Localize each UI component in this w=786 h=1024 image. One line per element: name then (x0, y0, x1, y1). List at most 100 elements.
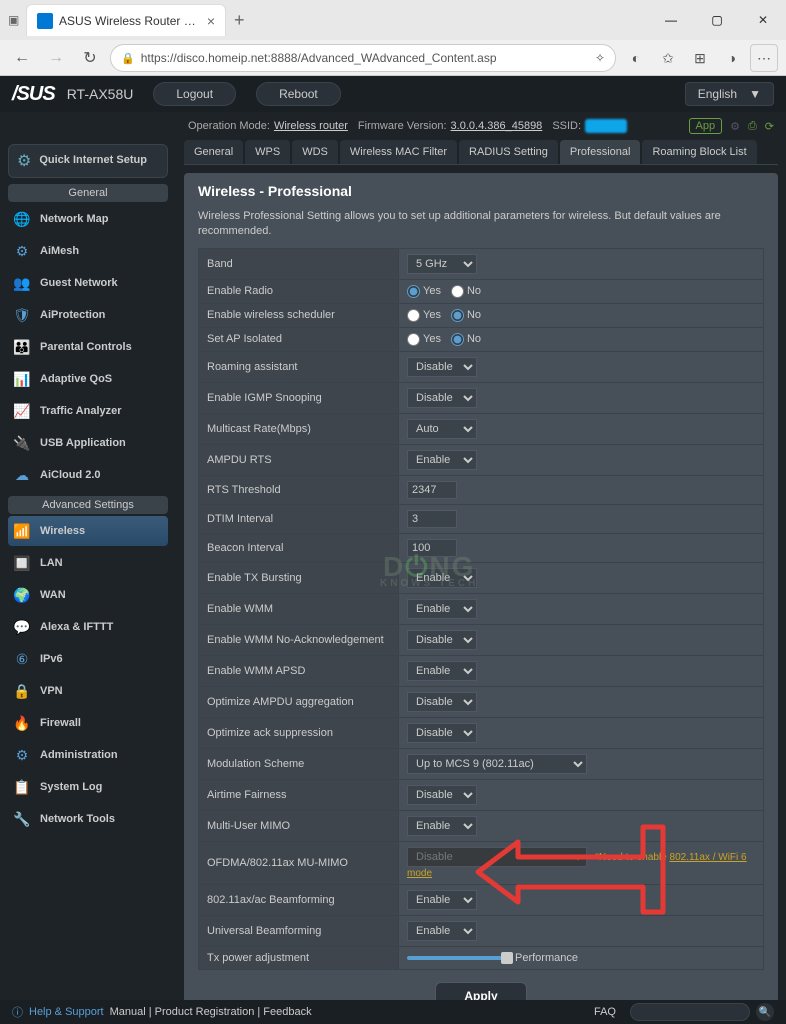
fire-icon: 🔥 (12, 713, 32, 733)
forward-button[interactable]: → (42, 44, 70, 72)
nav-firewall[interactable]: 🔥Firewall (8, 708, 168, 738)
logout-button[interactable]: Logout (153, 82, 236, 106)
help-support-link[interactable]: Help & Support (29, 1006, 104, 1018)
nav-network-map[interactable]: 🌐Network Map (8, 204, 168, 234)
favorites-icon[interactable]: ✩ (654, 44, 682, 72)
nav-parental-controls[interactable]: 👪Parental Controls (8, 332, 168, 362)
reader-icon[interactable]: ✧ (595, 51, 605, 65)
led-icon[interactable]: ⟳ (765, 120, 774, 133)
enable-radio-no[interactable] (451, 285, 464, 298)
shield-icon: 🛡 (12, 305, 32, 325)
tx-power-slider[interactable] (407, 956, 507, 960)
nav-system-log[interactable]: 📋System Log (8, 772, 168, 802)
nav-traffic-analyzer[interactable]: 📈Traffic Analyzer (8, 396, 168, 426)
tabs: General WPS WDS Wireless MAC Filter RADI… (184, 140, 778, 165)
search-icon[interactable]: 🔍 (756, 1003, 774, 1021)
sched-yes[interactable] (407, 309, 420, 322)
modulation-select[interactable]: Up to MCS 9 (802.11ac) (407, 754, 587, 774)
refresh-button[interactable]: ↻ (76, 44, 104, 72)
tab-wds[interactable]: WDS (292, 140, 338, 164)
info-bar: Operation Mode: Wireless router Firmware… (0, 112, 786, 140)
new-tab-button[interactable]: + (234, 10, 245, 31)
tab-wps[interactable]: WPS (245, 140, 290, 164)
wmm-apsd-select[interactable]: Enable (407, 661, 477, 681)
vpn-icon: 🔒 (12, 681, 32, 701)
language-select[interactable]: English▼ (685, 82, 774, 106)
favicon (37, 13, 53, 29)
wmm-select[interactable]: Enable (407, 599, 477, 619)
mumimo-select[interactable]: Enable (407, 816, 477, 836)
isolated-yes[interactable] (407, 333, 420, 346)
nav-aiprotection[interactable]: 🛡AiProtection (8, 300, 168, 330)
tab-mac-filter[interactable]: Wireless MAC Filter (340, 140, 457, 164)
nav-alexa-ifttt[interactable]: 💬Alexa & IFTTT (8, 612, 168, 642)
multicast-select[interactable]: Auto (407, 419, 477, 439)
nav-wireless[interactable]: 📶Wireless (8, 516, 168, 546)
family-icon: 👪 (12, 337, 32, 357)
nav-wan[interactable]: 🌍WAN (8, 580, 168, 610)
collections-icon[interactable]: ⊞ (686, 44, 714, 72)
tab-radius[interactable]: RADIUS Setting (459, 140, 558, 164)
ampdu-agg-select[interactable]: Disable (407, 692, 477, 712)
rts-input[interactable] (407, 481, 457, 499)
tab-general[interactable]: General (184, 140, 243, 164)
apply-button[interactable]: Apply (435, 982, 526, 1000)
sync-icon[interactable]: ◐ (622, 44, 650, 72)
app-badge[interactable]: App (689, 118, 723, 134)
admin-icon: ⚙ (12, 745, 32, 765)
close-icon[interactable]: × (207, 13, 215, 29)
enable-radio-yes[interactable] (407, 285, 420, 298)
firmware-link[interactable]: 3.0.0.4.386_45898 (451, 120, 543, 132)
advanced-section-header: Advanced Settings (8, 496, 168, 514)
nav-usb-application[interactable]: 🔌USB Application (8, 428, 168, 458)
tab-roaming-block[interactable]: Roaming Block List (642, 140, 756, 164)
isolated-no[interactable] (451, 333, 464, 346)
maximize-button[interactable]: ▢ (694, 4, 740, 36)
footer: ⓘ Help & Support Manual | Product Regist… (0, 1000, 786, 1024)
faq-search[interactable] (630, 1003, 750, 1021)
content: General WPS WDS Wireless MAC Filter RADI… (176, 140, 786, 1000)
beacon-input[interactable] (407, 539, 457, 557)
quick-internet-setup[interactable]: ⚙ Quick Internet Setup (8, 144, 168, 178)
browser-chrome: ▣ ASUS Wireless Router RT-AX58U × + ― ▢ … (0, 0, 786, 76)
band-select[interactable]: 5 GHz (407, 254, 477, 274)
igmp-select[interactable]: Disable (407, 388, 477, 408)
op-mode-link[interactable]: Wireless router (274, 120, 348, 132)
nav-adaptive-qos[interactable]: 📊Adaptive QoS (8, 364, 168, 394)
profile-icon[interactable]: ◑ (718, 44, 746, 72)
nav-guest-network[interactable]: 👥Guest Network (8, 268, 168, 298)
wmm-noack-select[interactable]: Disable (407, 630, 477, 650)
nav-vpn[interactable]: 🔒VPN (8, 676, 168, 706)
aimesh-icon[interactable]: ⚙ (730, 120, 740, 133)
nav-ipv6[interactable]: ⑥IPv6 (8, 644, 168, 674)
minimize-button[interactable]: ― (648, 4, 694, 36)
ampdu-rts-select[interactable]: Enable (407, 450, 477, 470)
window-close-button[interactable]: ✕ (740, 4, 786, 36)
beamform-ax-select[interactable]: Enable (407, 890, 477, 910)
address-bar[interactable]: 🔒 https://disco.homeip.net:8888/Advanced… (110, 44, 616, 72)
dtim-input[interactable] (407, 510, 457, 528)
guest-icon: 👥 (12, 273, 32, 293)
reboot-button[interactable]: Reboot (256, 82, 341, 106)
beamform-uni-select[interactable]: Enable (407, 921, 477, 941)
more-button[interactable]: ⋯ (750, 44, 778, 72)
tabs-icon[interactable]: ▣ (8, 13, 26, 27)
usb-icon[interactable]: ⎙ (748, 120, 757, 133)
tab-professional[interactable]: Professional (560, 140, 641, 164)
nav-network-tools[interactable]: 🔧Network Tools (8, 804, 168, 834)
faq-label: FAQ (594, 1006, 616, 1018)
nav-lan[interactable]: 🔲LAN (8, 548, 168, 578)
footer-links[interactable]: Manual | Product Registration | Feedback (110, 1006, 312, 1018)
sched-no[interactable] (451, 309, 464, 322)
wan-icon: 🌍 (12, 585, 32, 605)
browser-tab[interactable]: ASUS Wireless Router RT-AX58U × (26, 4, 226, 36)
airtime-select[interactable]: Disable (407, 785, 477, 805)
roaming-select[interactable]: Disable (407, 357, 477, 377)
nav-aimesh[interactable]: ⚙AiMesh (8, 236, 168, 266)
back-button[interactable]: ← (8, 44, 36, 72)
lock-icon: 🔒 (121, 52, 135, 65)
ack-supp-select[interactable]: Disable (407, 723, 477, 743)
nav-aicloud[interactable]: ☁AiCloud 2.0 (8, 460, 168, 490)
tx-burst-select[interactable]: Enable (407, 568, 477, 588)
nav-administration[interactable]: ⚙Administration (8, 740, 168, 770)
